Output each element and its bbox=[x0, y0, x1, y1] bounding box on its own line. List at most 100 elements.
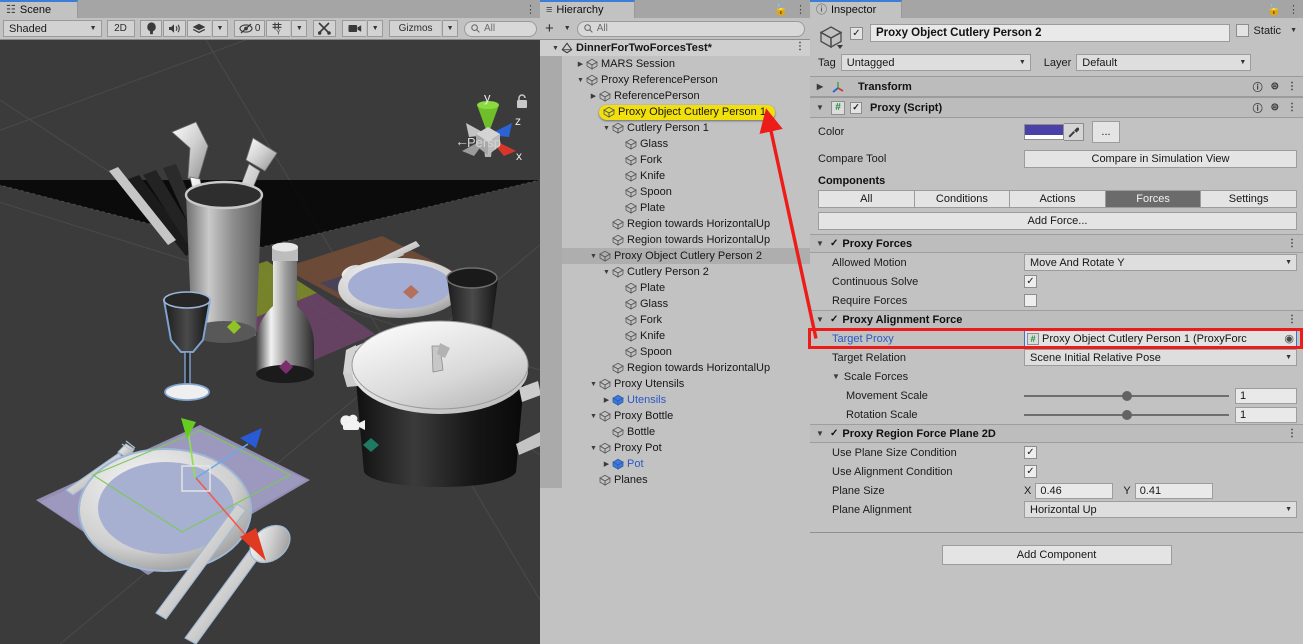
static-checkbox[interactable] bbox=[1236, 24, 1249, 37]
hierarchy-row-fork[interactable]: Fork bbox=[540, 152, 810, 168]
scene-camera-icon[interactable] bbox=[342, 20, 366, 37]
foldout-down-icon[interactable]: ▼ bbox=[814, 103, 826, 112]
add-gameobject-button[interactable]: + bbox=[545, 21, 554, 36]
tab-all[interactable]: All bbox=[818, 190, 914, 208]
hierarchy-row-highlight[interactable]: Proxy Object Cutlery Person 1 bbox=[599, 105, 775, 120]
hierarchy-row-proxy-referenceperson[interactable]: ▼Proxy ReferencePerson bbox=[540, 72, 810, 88]
foldout-down-icon[interactable]: ▼ bbox=[814, 239, 826, 248]
alignment-force-enabled-check[interactable]: ✓ bbox=[830, 314, 838, 325]
plane-alignment-dropdown[interactable]: Horizontal Up ▼ bbox=[1024, 501, 1297, 518]
static-toggle[interactable]: Static ▼ bbox=[1236, 24, 1297, 37]
component-header-transform[interactable]: ▶ Transform ⓘ ⊜ ⋮ bbox=[810, 76, 1303, 97]
kebab-menu-icon[interactable]: ⋮ bbox=[1287, 314, 1297, 325]
camera-dropdown[interactable]: ▼ bbox=[367, 20, 383, 37]
hierarchy-row-planes[interactable]: Planes bbox=[540, 472, 810, 488]
plane-size-y-input[interactable]: 0.41 bbox=[1135, 483, 1213, 499]
tab-settings[interactable]: Settings bbox=[1200, 190, 1297, 208]
hierarchy-row-glass[interactable]: Glass bbox=[540, 296, 810, 312]
use-alignment-condition-checkbox[interactable]: ✓ bbox=[1024, 465, 1037, 478]
color-swatch[interactable] bbox=[1024, 124, 1064, 140]
require-forces-checkbox[interactable] bbox=[1024, 294, 1037, 307]
hierarchy-row-utensils[interactable]: ▶Utensils bbox=[540, 392, 810, 408]
hierarchy-row-bottle[interactable]: Bottle bbox=[540, 424, 810, 440]
grid-visibility-icon[interactable]: Y bbox=[266, 20, 290, 37]
hierarchy-row-plate[interactable]: Plate bbox=[540, 280, 810, 296]
hierarchy-unlock-icon[interactable]: 🔓 bbox=[774, 3, 788, 16]
hierarchy-row-cutlery-person-1[interactable]: ▼Cutlery Person 1 bbox=[540, 120, 810, 136]
kebab-menu-icon[interactable]: ⋮ bbox=[1287, 102, 1297, 113]
gameobject-enabled-checkbox[interactable]: ✓ bbox=[850, 27, 863, 40]
tab-conditions[interactable]: Conditions bbox=[914, 190, 1010, 208]
foldout-down-icon[interactable]: ▼ bbox=[814, 429, 826, 438]
plane-size-x-input[interactable]: 0.46 bbox=[1035, 483, 1113, 499]
effects-dropdown[interactable]: ▼ bbox=[212, 20, 228, 37]
region-force-enabled-check[interactable]: ✓ bbox=[830, 428, 838, 439]
scene-tools-icon[interactable] bbox=[313, 20, 336, 37]
compare-in-simulation-view-button[interactable]: Compare in Simulation View bbox=[1024, 150, 1297, 168]
toggle-2d-button[interactable]: 2D bbox=[107, 20, 135, 37]
foldout-down-icon[interactable]: ▼ bbox=[814, 315, 826, 324]
tab-scene[interactable]: ☷ Scene bbox=[0, 0, 78, 18]
layer-dropdown[interactable]: Default ▼ bbox=[1076, 54, 1251, 71]
rotation-scale-input[interactable]: 1 bbox=[1235, 407, 1297, 423]
foldout-down-icon[interactable]: ▼ bbox=[588, 381, 599, 388]
foldout-right-icon[interactable]: ▶ bbox=[601, 396, 612, 404]
section-header-proxy-region-force-plane-2d[interactable]: ▼ ✓ Proxy Region Force Plane 2D ⋮ bbox=[810, 424, 1303, 443]
target-relation-dropdown[interactable]: Scene Initial Relative Pose ▼ bbox=[1024, 349, 1297, 366]
continuous-solve-checkbox[interactable]: ✓ bbox=[1024, 275, 1037, 288]
kebab-menu-icon[interactable]: ⋮ bbox=[795, 41, 805, 52]
proxy-forces-enabled-check[interactable]: ✓ bbox=[830, 238, 838, 249]
component-header-proxy-script[interactable]: ▼ # ✓ Proxy (Script) ⓘ ⊜ ⋮ bbox=[810, 97, 1303, 118]
target-proxy-label[interactable]: Target Proxy bbox=[818, 333, 1024, 345]
chevron-down-icon[interactable]: ▼ bbox=[564, 25, 571, 32]
object-picker-icon[interactable]: ◉ bbox=[1284, 332, 1294, 345]
movement-scale-slider[interactable] bbox=[1024, 389, 1229, 403]
tab-inspector[interactable]: ⓘ Inspector bbox=[810, 0, 902, 18]
hidden-objects-button[interactable]: 0 bbox=[234, 20, 266, 37]
hierarchy-row-proxy-object-cutlery-person-2[interactable]: ▼Proxy Object Cutlery Person 2 bbox=[540, 248, 810, 264]
hierarchy-row-mars-session[interactable]: ▶MARS Session bbox=[540, 56, 810, 72]
hierarchy-row-glass[interactable]: Glass bbox=[540, 136, 810, 152]
scene-viewport[interactable]: y z x ← Persp bbox=[0, 40, 540, 644]
allowed-motion-dropdown[interactable]: Move And Rotate Y ▼ bbox=[1024, 254, 1297, 271]
foldout-down-icon[interactable]: ▼ bbox=[588, 413, 599, 420]
foldout-right-icon[interactable]: ▶ bbox=[814, 82, 826, 91]
add-component-button[interactable]: Add Component bbox=[942, 545, 1172, 565]
tab-actions[interactable]: Actions bbox=[1009, 190, 1105, 208]
help-icon[interactable]: ⓘ bbox=[1253, 79, 1263, 94]
hierarchy-row-pot[interactable]: ▶Pot bbox=[540, 456, 810, 472]
kebab-menu-icon[interactable]: ⋮ bbox=[1287, 238, 1297, 249]
hierarchy-row-referenceperson[interactable]: ▶ReferencePerson bbox=[540, 88, 810, 104]
hierarchy-row-region-towards-horizontalup[interactable]: Region towards HorizontalUp bbox=[540, 216, 810, 232]
tab-hierarchy[interactable]: ≡ Hierarchy bbox=[540, 0, 635, 18]
color-more-button[interactable]: ... bbox=[1092, 121, 1120, 143]
hierarchy-row-spoon[interactable]: Spoon bbox=[540, 184, 810, 200]
hierarchy-row-plate[interactable]: Plate bbox=[540, 200, 810, 216]
target-proxy-object-field[interactable]: # Proxy Object Cutlery Person 1 (ProxyFo… bbox=[1024, 330, 1297, 347]
foldout-down-icon[interactable]: ▼ bbox=[550, 45, 561, 52]
proxy-script-enabled-checkbox[interactable]: ✓ bbox=[850, 102, 862, 114]
help-icon[interactable]: ⓘ bbox=[1253, 100, 1263, 115]
foldout-right-icon[interactable]: ▶ bbox=[575, 60, 586, 68]
eyedropper-icon[interactable] bbox=[1064, 123, 1084, 141]
gizmos-button[interactable]: Gizmos bbox=[389, 20, 441, 37]
shading-mode-dropdown[interactable]: Shaded ▼ bbox=[3, 20, 102, 37]
hierarchy-row-spoon[interactable]: Spoon bbox=[540, 344, 810, 360]
effects-icon[interactable] bbox=[187, 20, 211, 37]
hierarchy-row-fork[interactable]: Fork bbox=[540, 312, 810, 328]
hierarchy-kebab-menu-icon[interactable]: ⋮ bbox=[795, 3, 806, 16]
foldout-down-icon[interactable]: ▼ bbox=[588, 445, 599, 452]
component-filter-tabs[interactable]: All Conditions Actions Forces Settings bbox=[818, 190, 1297, 208]
tab-forces[interactable]: Forces bbox=[1105, 190, 1201, 208]
gameobject-name-input[interactable]: Proxy Object Cutlery Person 2 bbox=[870, 24, 1230, 42]
hierarchy-row-knife[interactable]: Knife bbox=[540, 168, 810, 184]
foldout-down-icon[interactable]: ▼ bbox=[588, 253, 599, 260]
kebab-menu-icon[interactable]: ⋮ bbox=[1287, 81, 1297, 92]
preset-icon[interactable]: ⊜ bbox=[1271, 102, 1279, 113]
hierarchy-tree[interactable]: ▼DinnerForTwoForcesTest*⋮▶MARS Session▼P… bbox=[540, 40, 810, 644]
gizmos-dropdown[interactable]: ▼ bbox=[442, 20, 458, 37]
foldout-right-icon[interactable]: ▶ bbox=[588, 92, 599, 100]
hierarchy-row-proxy-object-cutlery-person-1[interactable]: Proxy Object Cutlery Person 1 bbox=[540, 104, 810, 120]
grid-dropdown[interactable]: ▼ bbox=[291, 20, 307, 37]
hierarchy-row-proxy-utensils[interactable]: ▼Proxy Utensils bbox=[540, 376, 810, 392]
